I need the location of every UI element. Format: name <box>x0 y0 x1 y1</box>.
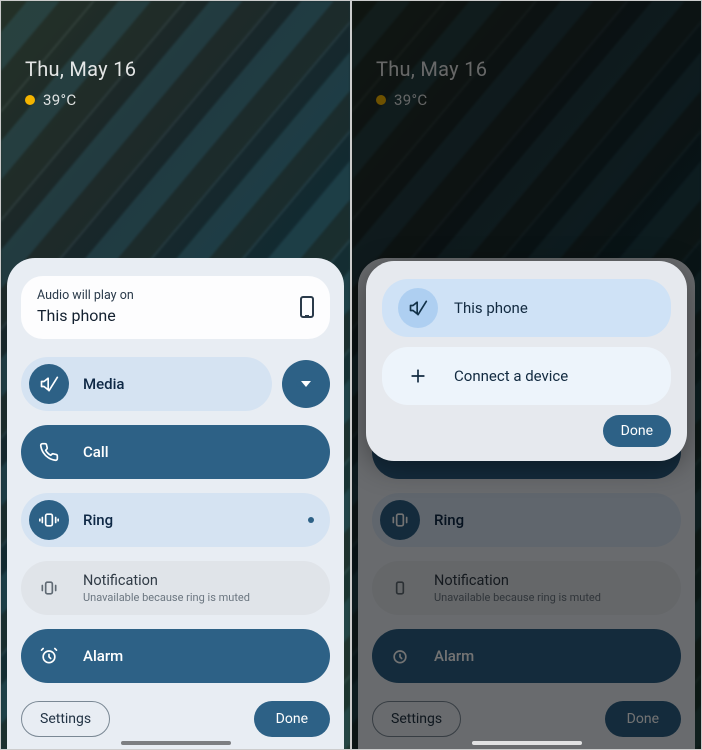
notification-slider: Notification Unavailable because ring is… <box>21 561 330 615</box>
slider-thumb[interactable] <box>308 517 314 523</box>
date-text: Thu, May 16 <box>25 57 136 81</box>
output-title: Audio will play on <box>37 288 134 303</box>
media-slider[interactable]: Media <box>21 357 272 411</box>
output-value: This phone <box>37 306 134 325</box>
notification-label: Notification <box>83 572 250 589</box>
screen-output-popup: Thu, May 16 39°C Audio will play on This… <box>351 0 702 750</box>
call-slider[interactable]: Call <box>21 425 330 479</box>
sheet-footer: Settings Done <box>21 701 330 737</box>
output-card[interactable]: Audio will play on This phone <box>21 276 330 339</box>
lockscreen-clock: Thu, May 16 39°C <box>25 57 136 109</box>
settings-button[interactable]: Settings <box>21 701 110 737</box>
call-slider-row: Call <box>21 425 330 479</box>
ring-slider-row: Ring <box>21 493 330 547</box>
popup-footer: Done <box>382 415 671 447</box>
output-option-this-phone[interactable]: This phone <box>382 279 671 337</box>
sun-icon <box>25 95 35 105</box>
ring-slider[interactable]: Ring <box>21 493 330 547</box>
media-label: Media <box>83 375 125 393</box>
media-expand-button[interactable] <box>282 360 330 408</box>
output-option-connect-device[interactable]: Connect a device <box>382 347 671 405</box>
output-selector-popup: This phone Connect a device Done <box>366 261 687 461</box>
notification-subtext: Unavailable because ring is muted <box>83 591 250 604</box>
status-bar <box>1 7 350 23</box>
volume-mute-icon <box>29 364 69 404</box>
nav-pill[interactable] <box>472 741 582 745</box>
nav-pill[interactable] <box>121 741 231 745</box>
screen-volume-panel: Thu, May 16 39°C Audio will play on This… <box>0 0 351 750</box>
slider-thumb[interactable] <box>296 381 302 387</box>
done-button[interactable]: Done <box>254 701 330 737</box>
alarm-label: Alarm <box>83 647 123 665</box>
option-label: Connect a device <box>454 367 568 385</box>
media-slider-row: Media <box>21 357 330 411</box>
phone-icon <box>300 296 314 318</box>
popup-done-button[interactable]: Done <box>603 415 671 447</box>
weather-row: 39°C <box>25 91 136 109</box>
call-label: Call <box>83 443 109 461</box>
volume-sheet: Audio will play on This phone Media <box>7 258 344 749</box>
alarm-icon <box>29 636 69 676</box>
ring-label: Ring <box>83 511 113 529</box>
plus-icon <box>398 356 438 396</box>
option-label: This phone <box>454 299 528 317</box>
alarm-slider[interactable]: Alarm <box>21 629 330 683</box>
volume-mute-icon <box>398 288 438 328</box>
alarm-slider-row: Alarm <box>21 629 330 683</box>
vibrate-icon <box>29 568 69 608</box>
vibrate-icon <box>29 500 69 540</box>
call-icon <box>29 432 69 472</box>
caret-down-icon <box>301 381 311 387</box>
temp-text: 39°C <box>43 91 76 109</box>
notification-slider-row: Notification Unavailable because ring is… <box>21 561 330 615</box>
